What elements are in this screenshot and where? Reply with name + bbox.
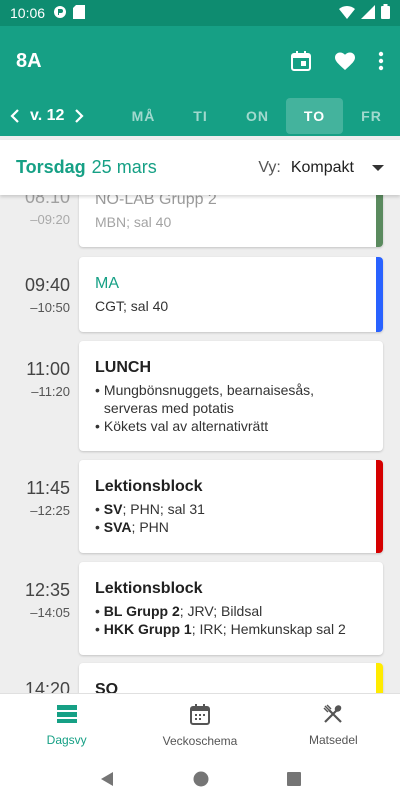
- lesson-card[interactable]: LUNCH • Mungbönsnuggets, bearnaisesås, se…: [79, 341, 383, 451]
- nav-label: Veckoschema: [162, 734, 238, 748]
- dropdown-arrow-icon: [372, 164, 384, 171]
- lesson-color-stripe: [376, 195, 383, 247]
- wifi-icon: [339, 5, 355, 22]
- calendar-icon[interactable]: [290, 50, 312, 72]
- block-item: • BL Grupp 2; JRV; Bildsal: [95, 603, 263, 619]
- calendar-icon: [189, 703, 210, 728]
- lesson-subject: NO-LAB Grupp 2: [95, 195, 217, 208]
- lesson-end-time: –11:20: [31, 384, 70, 399]
- more-vert-icon[interactable]: [378, 51, 384, 71]
- week-bar: v. 12 MÅ TI ON TO FR: [0, 96, 400, 136]
- nav-week-schedule[interactable]: Veckoschema: [133, 694, 266, 757]
- lesson-start-time: 11:45: [26, 478, 70, 498]
- block-item: • HKK Grupp 1; IRK; Hemkunskap sal 2: [95, 621, 346, 637]
- battery-icon: [381, 4, 390, 22]
- date-header: Torsdag 25 mars Vy: Kompakt: [0, 140, 400, 195]
- lesson-card[interactable]: Lektionsblock • SV; PHN; sal 31 • SVA; P…: [79, 460, 383, 553]
- day-tab-tuesday[interactable]: TI: [172, 98, 229, 134]
- app-bar: 8A: [0, 26, 400, 96]
- lesson-card[interactable]: NO-LAB Grupp 2 MBN; sal 40: [79, 195, 383, 247]
- nav-label: Dagsvy: [46, 733, 87, 747]
- lesson-end-time: –12:25: [30, 503, 70, 518]
- lesson-start-time: 11:00: [26, 359, 70, 379]
- chevron-left-icon[interactable]: [10, 109, 20, 123]
- view-selector[interactable]: Vy: Kompakt: [258, 159, 384, 177]
- signal-icon: [361, 4, 375, 22]
- block-item: • SVA; PHN: [95, 519, 169, 535]
- view-value: Kompakt: [290, 158, 354, 176]
- day-tab-thursday[interactable]: TO: [286, 98, 343, 134]
- lesson-start-time: 08:10: [24, 195, 70, 207]
- lesson-card[interactable]: MA CGT; sal 40: [79, 257, 383, 332]
- lesson-subject: Lektionsblock: [95, 580, 203, 597]
- day-name: Torsdag: [16, 157, 86, 177]
- view-label: Vy:: [258, 158, 281, 176]
- home-icon[interactable]: [193, 771, 209, 787]
- system-navigation: [0, 757, 400, 800]
- lesson-end-time: –14:05: [30, 605, 70, 620]
- lesson-color-stripe: [376, 460, 383, 553]
- lesson-start-time: 12:35: [24, 580, 70, 600]
- menu-item: • Mungbönsnuggets, bearnaisesås, serveras…: [95, 382, 315, 416]
- back-icon[interactable]: [99, 771, 115, 787]
- nav-menu[interactable]: Matsedel: [267, 694, 400, 757]
- status-bar: 10:06: [0, 0, 400, 26]
- lesson-card[interactable]: SO: [79, 663, 383, 693]
- chevron-right-icon[interactable]: [74, 109, 84, 123]
- lesson-card[interactable]: Lektionsblock • BL Grupp 2; JRV; Bildsal…: [79, 562, 383, 655]
- lesson-color-stripe: [376, 663, 383, 693]
- date-text: 25 mars: [91, 157, 157, 177]
- lesson-end-time: –10:50: [30, 300, 70, 315]
- schedule-list[interactable]: 08:10 –09:20 NO-LAB Grupp 2 MBN; sal 40 …: [0, 195, 400, 693]
- app-notification-icon: [53, 5, 67, 22]
- sd-card-icon: [73, 4, 86, 22]
- lesson-color-stripe: [376, 257, 383, 332]
- block-item: • SV; PHN; sal 31: [95, 501, 205, 517]
- nav-day-view[interactable]: Dagsvy: [0, 694, 133, 757]
- day-tab-friday[interactable]: FR: [343, 98, 400, 134]
- lesson-start-time: 09:40: [24, 275, 70, 295]
- recents-icon[interactable]: [287, 771, 301, 786]
- lesson-start-time: 14:20: [24, 679, 70, 693]
- bottom-navigation: Dagsvy Veckoschema Matsedel: [0, 693, 400, 757]
- week-label: v. 12: [30, 107, 65, 124]
- lesson-detail: MBN; sal 40: [95, 214, 172, 230]
- lesson-subject: MA: [95, 275, 119, 292]
- lesson-subject: LUNCH: [95, 359, 151, 376]
- lesson-end-time: –09:20: [30, 212, 70, 227]
- fork-knife-icon: [323, 704, 343, 727]
- nav-label: Matsedel: [308, 733, 358, 747]
- lesson-subject: Lektionsblock: [95, 478, 203, 495]
- status-time: 10:06: [10, 5, 46, 21]
- lesson-subject: SO: [95, 681, 119, 693]
- lesson-detail: CGT; sal 40: [95, 298, 169, 314]
- class-title: 8A: [16, 49, 42, 72]
- day-view-icon: [56, 704, 78, 727]
- heart-icon[interactable]: [334, 51, 356, 71]
- menu-item: • Kökets val av alternativrätt: [95, 418, 269, 434]
- day-tab-monday[interactable]: MÅ: [115, 98, 172, 134]
- day-tab-wednesday[interactable]: ON: [229, 98, 286, 134]
